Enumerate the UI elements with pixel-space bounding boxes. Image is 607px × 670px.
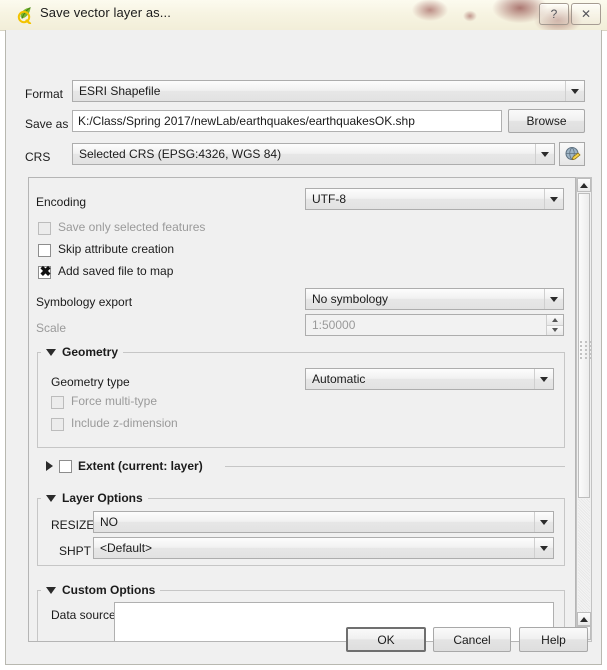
layer-options-group-header[interactable]: Layer Options	[41, 491, 148, 505]
encoding-combobox[interactable]: UTF-8	[305, 188, 564, 210]
layer-options-group-title: Layer Options	[62, 491, 143, 505]
add-saved-file-to-map-checkbox[interactable]: ✖	[38, 264, 51, 279]
data-source-label: Data source	[51, 608, 116, 622]
help-button[interactable]: Help	[519, 627, 588, 652]
resize-value: NO	[100, 515, 118, 529]
browse-button[interactable]: Browse	[508, 109, 585, 133]
scale-stepper	[546, 315, 563, 335]
skip-attribute-creation-label: Skip attribute creation	[58, 242, 175, 256]
extent-group-header[interactable]: Extent (current: layer)	[41, 459, 208, 473]
force-multi-type-label: Force multi-type	[71, 394, 158, 408]
crs-combobox[interactable]: Selected CRS (EPSG:4326, WGS 84)	[72, 143, 555, 165]
chevron-down-icon	[565, 81, 584, 101]
options-scrollbar[interactable]	[576, 177, 592, 642]
scale-value: 1:50000	[312, 318, 356, 332]
save-vector-layer-dialog: Save vector layer as... ? ✕ Format ESRI …	[0, 0, 607, 670]
encoding-value: UTF-8	[312, 192, 346, 206]
geometry-type-value: Automatic	[312, 372, 366, 386]
expand-triangle-icon	[46, 461, 53, 471]
geometry-type-label: Geometry type	[51, 375, 130, 389]
format-combobox[interactable]: ESRI Shapefile	[72, 80, 585, 102]
crs-label: CRS	[25, 150, 51, 164]
save-as-label: Save as	[25, 117, 69, 131]
crs-value: Selected CRS (EPSG:4326, WGS 84)	[79, 147, 282, 161]
symbology-export-value: No symbology	[312, 292, 389, 306]
extent-checkbox[interactable]	[59, 459, 72, 473]
include-z-dimension-checkbox	[51, 418, 64, 431]
globe-edit-icon	[565, 146, 581, 160]
save-as-value: K:/Class/Spring 2017/newLab/earthquakes/…	[78, 114, 415, 128]
add-saved-file-to-map-label: Add saved file to map	[58, 264, 174, 278]
stepper-up-icon	[547, 315, 563, 326]
symbology-export-label: Symbology export	[36, 295, 133, 309]
chevron-down-icon	[534, 369, 553, 389]
skip-attribute-creation-checkbox[interactable]	[38, 244, 51, 257]
geometry-group-title: Geometry	[62, 345, 119, 359]
resize-combobox[interactable]: NO	[93, 511, 554, 533]
custom-options-group-title: Custom Options	[62, 583, 156, 597]
qgis-leaf-icon	[17, 6, 34, 25]
title-bar-buttons: ? ✕	[539, 3, 601, 25]
scale-label: Scale	[36, 321, 67, 335]
help-titlebar-button[interactable]: ?	[539, 3, 569, 25]
scrollbar-trough[interactable]	[578, 499, 590, 617]
extent-group-line	[225, 466, 565, 467]
window-title: Save vector layer as...	[40, 5, 171, 20]
save-only-selected-features-label: Save only selected features	[58, 220, 206, 234]
collapse-triangle-icon	[46, 494, 56, 502]
geometry-type-combobox[interactable]: Automatic	[305, 368, 554, 390]
chevron-down-icon	[544, 189, 563, 209]
collapse-triangle-icon	[46, 586, 56, 594]
format-label: Format	[25, 87, 64, 101]
encoding-label: Encoding	[36, 195, 87, 209]
save-only-selected-features-checkbox	[38, 222, 51, 235]
include-z-dimension-label: Include z-dimension	[71, 416, 178, 430]
chevron-down-icon	[534, 538, 553, 558]
close-icon[interactable]: ✕	[571, 3, 601, 25]
options-scroll-area: Encoding UTF-8 Save only selected featur…	[28, 177, 576, 642]
shpt-label: SHPT	[59, 544, 92, 558]
chevron-down-icon	[535, 144, 554, 164]
chevron-down-icon	[534, 512, 553, 532]
chevron-down-icon	[544, 289, 563, 309]
data-source-value	[115, 603, 553, 609]
scale-spinbox: 1:50000	[305, 314, 564, 336]
cancel-button[interactable]: Cancel	[433, 627, 511, 652]
collapse-triangle-icon	[46, 348, 56, 356]
format-value: ESRI Shapefile	[79, 84, 161, 98]
shpt-combobox[interactable]: <Default>	[93, 537, 554, 559]
symbology-export-combobox[interactable]: No symbology	[305, 288, 564, 310]
geometry-group-header[interactable]: Geometry	[41, 345, 124, 359]
resize-label: RESIZE	[51, 518, 95, 532]
ok-button[interactable]: OK	[346, 627, 426, 652]
title-bar: Save vector layer as... ? ✕	[0, 0, 607, 31]
scroll-down-arrow-up-icon[interactable]	[577, 612, 591, 626]
custom-options-group-header[interactable]: Custom Options	[41, 583, 161, 597]
force-multi-type-checkbox	[51, 396, 64, 409]
stepper-down-icon	[547, 325, 563, 335]
scroll-up-icon[interactable]	[577, 178, 591, 192]
shpt-value: <Default>	[100, 541, 153, 555]
save-as-input[interactable]: K:/Class/Spring 2017/newLab/earthquakes/…	[72, 110, 502, 132]
dialog-body: Format ESRI Shapefile Save as K:/Class/S…	[5, 30, 602, 665]
splitter-grip[interactable]	[580, 341, 593, 359]
extent-group-title: Extent (current: layer)	[78, 459, 203, 473]
select-crs-button[interactable]	[559, 142, 585, 166]
